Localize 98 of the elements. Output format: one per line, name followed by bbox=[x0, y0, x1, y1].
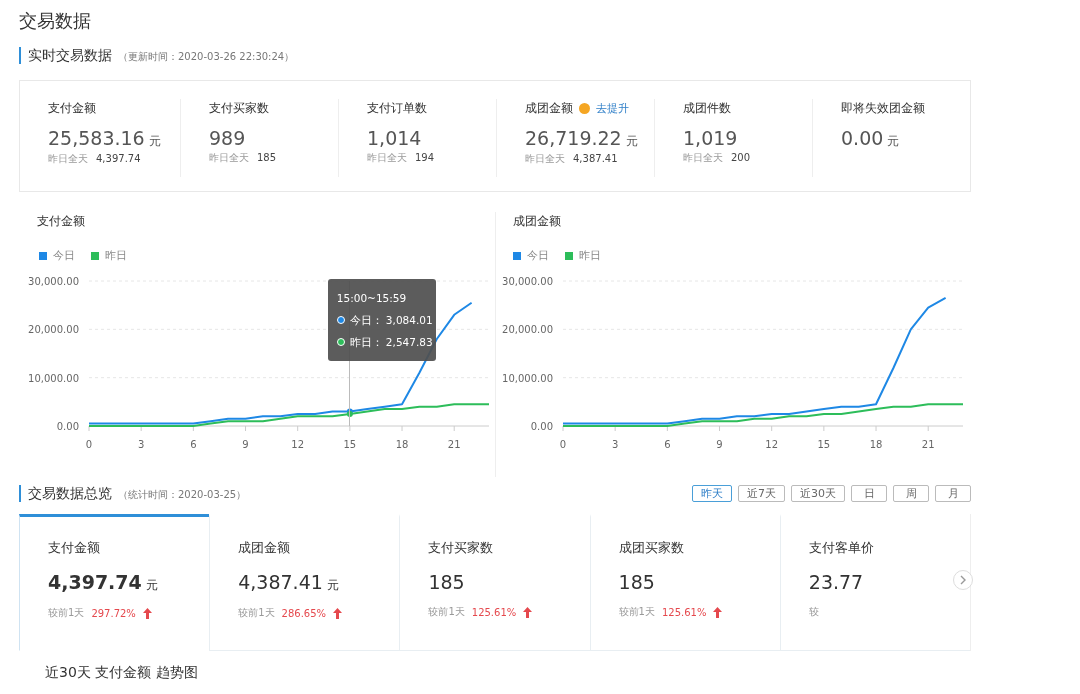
x-axis-label: 15 bbox=[343, 439, 357, 450]
compare-value: 4,387.41 bbox=[573, 153, 618, 164]
page-title: 交易数据 bbox=[19, 9, 92, 33]
stat-value: 1,019 bbox=[683, 127, 738, 149]
y-axis-label: 0.00 bbox=[56, 421, 79, 432]
compare-value: 200 bbox=[731, 152, 751, 163]
x-axis-label: 12 bbox=[765, 439, 779, 450]
tooltip-label: 今日： bbox=[349, 313, 383, 328]
unit-label: 元 bbox=[326, 578, 339, 592]
compare-label: 昨日全天 bbox=[48, 153, 88, 164]
compare-label: 较前1天 bbox=[428, 605, 465, 619]
range-button[interactable]: 近7天 bbox=[738, 485, 785, 502]
unit-label: 元 bbox=[148, 134, 161, 148]
tooltip-value: 2,547.83 bbox=[385, 335, 433, 350]
stat-value: 26,719.22 bbox=[525, 127, 622, 149]
metric-label: 支付买家数 bbox=[428, 539, 495, 557]
stat-label: 支付金额 bbox=[48, 99, 96, 117]
y-axis-label: 30,000.00 bbox=[28, 276, 79, 287]
section-title: 交易数据总览 bbox=[28, 485, 112, 502]
x-axis-label: 12 bbox=[291, 439, 305, 450]
tooltip-label: 昨日： bbox=[349, 335, 383, 350]
metric-card[interactable]: 成团买家数 185 较前1天 125.61% bbox=[589, 514, 780, 651]
metric-value: 4,387.41 bbox=[238, 571, 323, 593]
tooltip-title: 15:00~15:59 bbox=[336, 291, 408, 306]
y-axis-label: 30,000.00 bbox=[502, 276, 553, 287]
metric-label: 成团金额 bbox=[238, 539, 292, 557]
stat-label: 成团件数 bbox=[683, 99, 731, 117]
range-button[interactable]: 日 bbox=[851, 485, 887, 502]
metric-value: 185 bbox=[428, 571, 465, 593]
metric-card[interactable]: 支付金额 4,397.74 元 较前1天 297.72% bbox=[19, 514, 210, 651]
legend-label: 今日 bbox=[53, 248, 75, 263]
stat-label: 支付订单数 bbox=[367, 99, 427, 117]
compare-label: 昨日全天 bbox=[683, 152, 723, 163]
metric-value: 185 bbox=[618, 571, 655, 593]
x-axis-label: 15 bbox=[817, 439, 831, 450]
stat-value: 0.00 bbox=[841, 127, 884, 149]
unit-label: 元 bbox=[145, 578, 158, 592]
chart-title: 支付金额 bbox=[36, 213, 86, 230]
change-percent: 297.72% bbox=[91, 607, 136, 619]
stat-value: 989 bbox=[209, 127, 246, 149]
x-axis-label: 6 bbox=[664, 439, 671, 450]
x-axis-label: 3 bbox=[138, 439, 145, 450]
compare-label: 较前1天 bbox=[618, 605, 655, 619]
change-percent: 286.65% bbox=[281, 607, 327, 619]
stat-label: 成团金额 bbox=[525, 99, 573, 117]
chart-title: 成团金额 bbox=[512, 213, 562, 230]
range-button[interactable]: 周 bbox=[893, 485, 929, 502]
y-axis-label: 10,000.00 bbox=[28, 372, 79, 384]
change-percent: 125.61% bbox=[471, 606, 517, 618]
stat-label: 支付买家数 bbox=[209, 99, 269, 117]
metric-label: 支付金额 bbox=[48, 539, 101, 557]
metric-card[interactable]: 成团金额 4,387.41 元 较前1天 286.65% bbox=[209, 514, 400, 651]
statistics-date: （统计时间：2020-03-25） bbox=[118, 488, 247, 502]
compare-value: 4,397.74 bbox=[96, 153, 141, 164]
trend-chart-title: 近30天 支付金额 趋势图 bbox=[44, 663, 199, 681]
legend-label: 昨日 bbox=[105, 248, 127, 263]
legend-label: 昨日 bbox=[579, 248, 601, 263]
change-percent: 125.61% bbox=[662, 606, 707, 618]
x-axis-label: 0 bbox=[85, 439, 93, 450]
metric-card[interactable]: 支付买家数 185 较前1天 125.61% bbox=[399, 514, 590, 651]
x-axis-label: 21 bbox=[921, 439, 935, 450]
unit-label: 元 bbox=[625, 134, 638, 148]
x-axis-label: 21 bbox=[447, 439, 461, 450]
compare-label: 较前1天 bbox=[238, 606, 275, 620]
metric-value: 23.77 bbox=[808, 571, 864, 593]
x-axis-label: 3 bbox=[612, 439, 619, 450]
compare-label: 昨日全天 bbox=[367, 152, 407, 163]
legend-label: 今日 bbox=[527, 248, 549, 263]
section-title: 实时交易数据 bbox=[28, 47, 112, 64]
compare-label: 昨日全天 bbox=[525, 153, 565, 164]
stat-value: 1,014 bbox=[367, 127, 422, 149]
metric-label: 成团买家数 bbox=[618, 539, 685, 557]
y-axis-label: 10,000.00 bbox=[502, 372, 553, 384]
x-axis-label: 18 bbox=[395, 439, 409, 450]
metric-label: 支付客单价 bbox=[808, 539, 875, 557]
x-axis-label: 0 bbox=[559, 439, 567, 450]
y-axis-label: 20,000.00 bbox=[502, 324, 553, 336]
compare-label: 较前1天 bbox=[48, 606, 85, 620]
improve-link[interactable]: 去提升 bbox=[596, 100, 629, 116]
update-time: （更新时间：2020-03-26 22:30:24） bbox=[118, 50, 295, 64]
x-axis-label: 9 bbox=[242, 439, 249, 450]
compare-label: 昨日全天 bbox=[209, 152, 249, 163]
compare-label: 较 bbox=[808, 605, 819, 619]
y-axis-label: 0.00 bbox=[530, 421, 553, 432]
x-axis-label: 18 bbox=[869, 439, 883, 450]
tooltip-value: 3,084.01 bbox=[385, 313, 433, 328]
range-button[interactable]: 昨天 bbox=[692, 485, 732, 502]
compare-value: 194 bbox=[415, 152, 435, 163]
stat-label: 即将失效团金额 bbox=[841, 99, 925, 117]
stat-value: 25,583.16 bbox=[48, 127, 145, 149]
range-button[interactable]: 近30天 bbox=[791, 485, 845, 502]
x-axis-label: 9 bbox=[716, 439, 723, 450]
metric-value: 4,397.74 bbox=[48, 571, 142, 593]
range-button[interactable]: 月 bbox=[935, 485, 971, 502]
y-axis-label: 20,000.00 bbox=[28, 324, 79, 336]
compare-value: 185 bbox=[257, 152, 277, 163]
unit-label: 元 bbox=[887, 134, 900, 148]
x-axis-label: 6 bbox=[190, 439, 197, 450]
